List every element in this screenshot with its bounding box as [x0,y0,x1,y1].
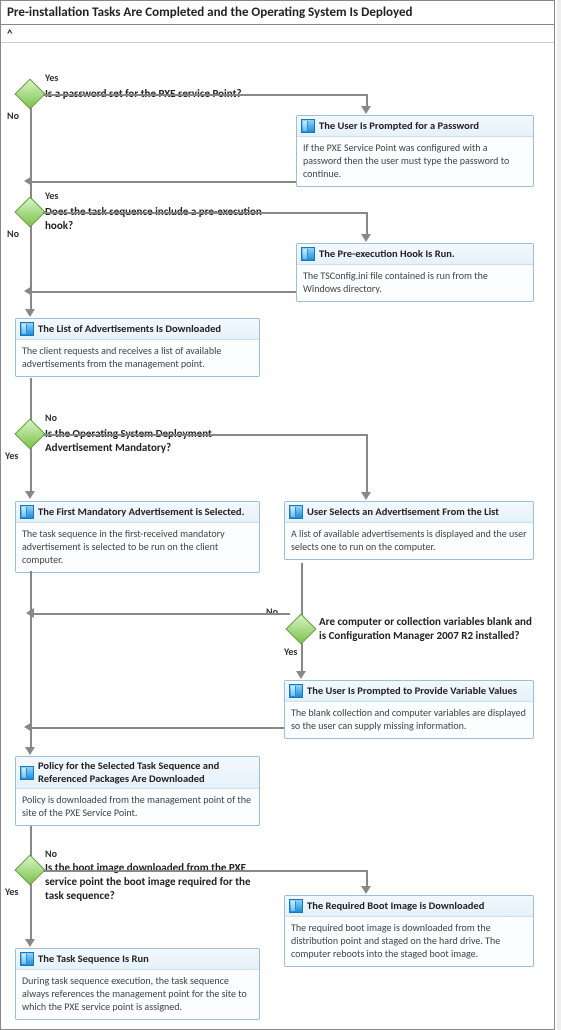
flowchart-canvas: Yes No Is a password set for the PXE ser… [1,43,554,1029]
decision-text: Is the boot image downloaded from the PX… [45,861,270,902]
process-title: The User Is Prompted to Provide Variable… [307,685,517,698]
connector [32,613,290,615]
connector [366,212,368,236]
label-no: No [266,605,278,618]
label-no: No [45,411,57,424]
flowchart-container: Pre-installation Tasks Are Completed and… [0,0,555,1030]
process-title: The First Mandatory Advertisement is Sel… [38,506,244,519]
connector [366,434,368,494]
process-title: The Pre-execution Hook Is Run. [319,248,455,261]
arrow-icon [361,492,371,500]
process-user-selects-ad: User Selects an Advertisement From the L… [284,501,534,560]
connector [301,643,303,673]
process-icon [20,766,34,780]
process-icon [20,322,34,336]
arrow-icon [361,234,371,242]
connector [301,563,303,615]
connector [43,870,368,872]
arrow-icon [26,608,34,618]
connector [30,727,284,729]
scrollbar[interactable] [557,0,561,1030]
connector [43,94,368,96]
label-yes: Yes [5,885,18,898]
label-no: No [7,227,19,240]
arrow-icon [24,176,32,186]
decision-preexec-hook [14,196,45,227]
collapse-toggle[interactable]: ^ [1,25,554,43]
decision-text: Is the Operating System Deployment Adver… [45,427,265,455]
connector [30,727,32,749]
connector [43,212,368,214]
arrow-icon [361,106,371,114]
decision-boot-image [14,854,45,885]
decision-text: Are computer or collection variables bla… [319,615,534,643]
connector [30,571,32,726]
decision-ad-mandatory [14,418,45,449]
arrow-icon [296,671,306,679]
process-icon [301,119,315,133]
process-icon [20,505,34,519]
connector [30,291,32,311]
arrow-icon [25,491,35,499]
connector [30,826,32,856]
process-boot-image-download: The Required Boot Image is Downloaded Th… [284,895,534,967]
process-body: If the PXE Service Point was configured … [297,137,533,186]
label-yes: Yes [45,71,58,84]
connector [30,378,32,420]
process-body: Policy is downloaded from the management… [16,789,259,825]
label-yes: Yes [45,189,58,202]
process-title: Policy for the Selected Task Sequence an… [38,760,255,785]
arrow-icon [25,747,35,755]
connector [30,225,32,292]
connector [30,291,296,293]
arrow-icon [25,939,35,947]
process-icon [301,247,315,261]
connector [30,883,32,941]
process-first-mandatory-ad: The First Mandatory Advertisement is Sel… [15,501,260,573]
process-password-prompt: The User Is Prompted for a Password If t… [296,115,534,187]
process-title: The List of Advertisements Is Downloaded [38,323,221,336]
label-no: No [45,847,57,860]
label-yes: Yes [284,645,297,658]
label-no: No [7,109,19,122]
decision-pxe-password [14,78,45,109]
connector [30,107,32,183]
process-body: During task sequence execution, the task… [16,970,259,1019]
process-title: User Selects an Advertisement From the L… [307,506,499,519]
process-body: The blank collection and computer variab… [285,702,533,738]
process-title: The Task Sequence Is Run [38,953,149,966]
process-provide-variables: The User Is Prompted to Provide Variable… [284,680,534,739]
process-task-sequence-run: The Task Sequence Is Run During task seq… [15,948,260,1020]
process-body: A list of available advertisements is di… [285,523,533,559]
process-body: The required boot image is downloaded fr… [285,917,533,966]
process-adlist-download: The List of Advertisements Is Downloaded… [15,318,260,377]
process-policy-download: Policy for the Selected Task Sequence an… [15,756,260,826]
process-icon [289,899,303,913]
label-yes: Yes [5,449,18,462]
process-body: The task sequence in the first-received … [16,523,259,572]
process-icon [20,952,34,966]
connector [43,434,368,436]
process-body: The client requests and receives a list … [16,340,259,376]
process-icon [289,684,303,698]
arrow-icon [25,309,35,317]
process-body: The TSConfig.ini file contained is run f… [297,265,533,301]
process-preexec-hook: The Pre-execution Hook Is Run. The TSCon… [296,243,534,302]
process-icon [289,505,303,519]
process-title: The Required Boot Image is Downloaded [307,900,484,913]
connector [30,181,296,183]
process-title: The User Is Prompted for a Password [319,120,479,133]
decision-text: Does the task sequence include a pre-exe… [45,205,265,233]
decision-variables-blank [285,613,316,644]
panel-title: Pre-installation Tasks Are Completed and… [1,1,554,25]
connector [30,447,32,493]
arrow-icon [361,886,371,894]
